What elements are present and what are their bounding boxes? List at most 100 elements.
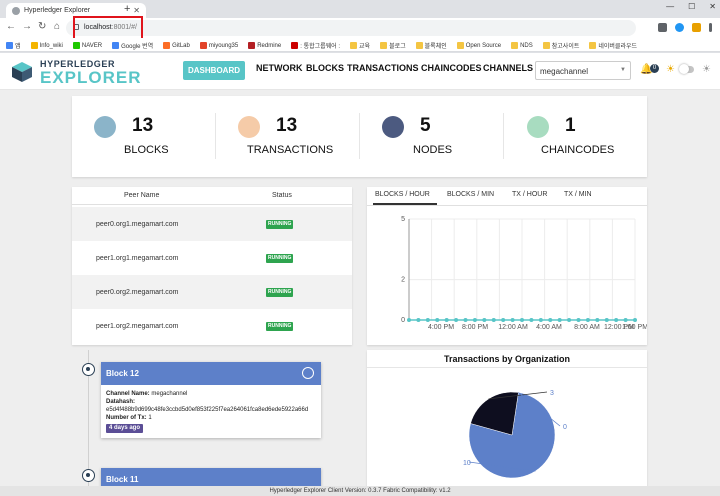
bookmark-label: NDS [520, 42, 533, 49]
hash-value: e5d4f488b9d699c48fe3ccbd5d0ef853f225f7ea… [106, 407, 309, 413]
address-bar[interactable]: localhost:8001/#/ [66, 20, 636, 36]
x-tick-label: 8:00 AM [574, 324, 600, 331]
home-icon[interactable]: ⌂ [54, 21, 60, 32]
maximize-icon[interactable]: ☐ [688, 2, 695, 11]
close-tab-icon[interactable]: ✕ [133, 6, 140, 15]
data-point [567, 318, 572, 322]
bookmark-item[interactable]: Open Source [456, 40, 502, 51]
url-highlight-box [73, 16, 143, 40]
nav-blocks[interactable]: BLOCKS [306, 63, 344, 73]
forward-icon[interactable]: → [22, 21, 32, 32]
tab-blocks-min[interactable]: BLOCKS / MIN [447, 191, 494, 198]
channel-value: megachannel [151, 391, 188, 397]
stat-blocks: 13 BLOCKS [94, 96, 214, 177]
tab-tx-min[interactable]: TX / MIN [564, 191, 592, 198]
channel-value: megachannel [540, 67, 589, 76]
channel-select[interactable]: megachannel ▼ [535, 61, 631, 80]
menu-icon[interactable] [709, 23, 712, 32]
bookmark-item[interactable]: 블록체인 [415, 40, 447, 51]
bookmark-item[interactable]: miyoung35 [199, 40, 238, 51]
reload-icon[interactable]: ↻ [38, 21, 46, 32]
column-peer-name[interactable]: Peer Name [124, 192, 159, 199]
bookmark-item[interactable]: GitLab [163, 40, 190, 51]
nav-chaincodes[interactable]: CHAINCODES [421, 63, 482, 73]
bookmark-label: 블로그 [389, 44, 406, 50]
close-window-icon[interactable]: ✕ [709, 2, 716, 11]
bookmark-item[interactable]: NDS [511, 40, 533, 51]
peer-name: peer1.org1.megamart.com [96, 255, 179, 262]
bookmark-label: Open Source [465, 42, 502, 49]
logo-text-bottom: EXPLORER [40, 68, 142, 87]
x-tick-label: 8:00 PM [462, 324, 488, 331]
data-point [548, 318, 553, 322]
bookmark-item[interactable]: 교육 [350, 40, 370, 51]
extension-icon[interactable] [675, 23, 684, 32]
data-point [472, 318, 477, 322]
data-point [529, 318, 534, 322]
bookmark-item[interactable]: 네이버클라우드 [589, 40, 637, 51]
app-header: HYPERLEDGER EXPLORER DASHBOARD NETWORK B… [0, 53, 720, 90]
bookmark-item[interactable]: 앱 [6, 40, 21, 51]
stat-value: 1 [565, 115, 576, 136]
divider [215, 113, 216, 159]
back-icon[interactable]: ← [6, 21, 16, 32]
tx-by-org-card: Transactions by Organization 10 3 0 [367, 350, 647, 490]
nav-transactions[interactable]: TRANSACTIONS [347, 63, 419, 73]
users-icon [382, 116, 404, 138]
bookmark-label: Info_wiki [39, 42, 63, 49]
handshake-icon [527, 116, 549, 138]
bookmark-label: 블록체인 [424, 44, 447, 50]
x-tick-label: 4:00 AM [536, 324, 562, 331]
column-status[interactable]: Status [272, 192, 292, 199]
stats-card: 13 BLOCKS 13 TRANSACTIONS 5 NODES 1 CHAI… [72, 96, 647, 177]
tab-tx-hour[interactable]: TX / HOUR [512, 191, 547, 198]
logo-cube-icon [12, 62, 32, 82]
blocks-chart-card: BLOCKS / HOUR BLOCKS / MIN TX / HOUR TX … [367, 187, 647, 345]
bookmarks-bar: 앱 Info_wiki NAVER Google 번역 GitLab miyoung35 R… [0, 38, 720, 52]
block-card[interactable]: Block 12 Channel Name: megachannel Datah… [101, 362, 321, 438]
bookmark-item[interactable]: NAVER [72, 40, 102, 51]
data-point [482, 318, 487, 322]
timeline-node [82, 469, 95, 482]
table-row: peer1.org2.megamart.com RUNNING [72, 309, 352, 343]
nav-dashboard[interactable]: DASHBOARD [183, 61, 245, 80]
block-body: Channel Name: megachannel Datahash: e5d4… [101, 385, 321, 438]
minimize-icon[interactable]: — [666, 2, 674, 11]
nav-network[interactable]: NETWORK [256, 63, 303, 73]
status-badge: RUNNING [266, 254, 294, 263]
channel-label: Channel Name: [106, 391, 150, 397]
new-tab-button[interactable]: + [124, 3, 130, 15]
notification-badge: 0 [650, 64, 659, 73]
bookmark-label: Google 번역 [121, 44, 154, 50]
bookmark-item[interactable]: : 통합그룹웨어 : [291, 40, 340, 51]
bookmark-item[interactable]: Info_wiki [30, 40, 63, 51]
footer: Hyperledger Explorer Client Version: 0.3… [0, 486, 720, 496]
divider [359, 113, 360, 159]
tab-blocks-hour[interactable]: BLOCKS / HOUR [375, 191, 430, 198]
stat-value: 13 [132, 115, 154, 136]
table-row: peer0.org1.megamart.com RUNNING [72, 207, 352, 241]
blocks-timeline: Block 12 Channel Name: megachannel Datah… [72, 350, 352, 491]
data-point [595, 318, 600, 322]
status-badge: RUNNING [266, 288, 294, 297]
extension-icons [658, 23, 712, 32]
bookmark-item[interactable]: 블로그 [380, 40, 406, 51]
y-tick-label: 5 [401, 216, 405, 223]
bookmark-label: 네이버클라우드 [598, 44, 638, 50]
table-header: Peer Name Status [72, 187, 352, 205]
stat-chaincodes: 1 CHAINCODES [527, 96, 647, 177]
translate-icon[interactable] [658, 23, 667, 32]
x-tick-label: 12:00 AM [498, 324, 528, 331]
bookmark-item[interactable]: 참고사이트 [542, 40, 579, 51]
bookmark-item[interactable]: Google 번역 [112, 40, 153, 51]
window-controls: — ☐ ✕ [666, 2, 716, 11]
block-icon [302, 367, 314, 379]
bookmark-item[interactable]: Redmine [248, 40, 281, 51]
data-point [407, 318, 411, 322]
nav-channels[interactable]: CHANNELS [483, 63, 533, 73]
data-point [491, 318, 496, 322]
bookmark-icon [30, 42, 38, 49]
profile-icon[interactable] [692, 23, 701, 32]
bookmark-label: GitLab [172, 42, 190, 49]
theme-toggle[interactable] [679, 64, 694, 74]
